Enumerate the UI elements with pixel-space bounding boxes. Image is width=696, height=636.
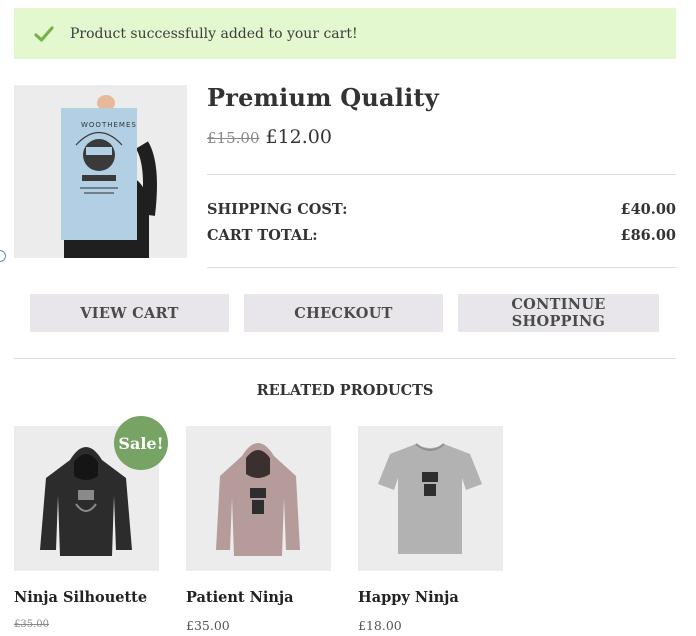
product-image[interactable]: WOOTHEMES bbox=[14, 85, 187, 258]
notice-message: Product successfully added to your cart! bbox=[70, 25, 358, 42]
cart-total-value: £86.00 bbox=[620, 227, 677, 244]
cart-total-label: CART TOTAL: bbox=[207, 227, 318, 244]
product-card-price: £18.00 bbox=[358, 618, 402, 633]
product-card-name[interactable]: Ninja Silhouette bbox=[14, 589, 147, 606]
sale-badge: Sale! bbox=[114, 416, 168, 470]
product-card-price: £35.00 bbox=[186, 618, 230, 633]
product-card-name[interactable]: Patient Ninja bbox=[186, 589, 294, 606]
product-title[interactable]: Premium Quality bbox=[207, 83, 439, 112]
view-cart-button[interactable]: VIEW CART bbox=[30, 294, 229, 332]
divider bbox=[207, 267, 676, 268]
product-price: £15.00 £12.00 bbox=[207, 126, 332, 148]
product-card-image[interactable] bbox=[358, 426, 503, 571]
product-card-name[interactable]: Happy Ninja bbox=[358, 589, 459, 606]
old-price: £15.00 bbox=[207, 129, 260, 147]
product-card-price: £35.00 bbox=[14, 619, 49, 630]
scroll-marker bbox=[0, 250, 6, 262]
hoodie-illustration bbox=[216, 443, 300, 556]
cart-total-row: CART TOTAL: £86.00 bbox=[207, 227, 676, 244]
success-notice: Product successfully added to your cart! bbox=[14, 8, 676, 59]
related-products-title: RELATED PRODUCTS bbox=[256, 382, 434, 399]
poster-illustration bbox=[14, 85, 187, 258]
poster-text: WOOTHEMES bbox=[81, 121, 137, 129]
checkout-button[interactable]: CHECKOUT bbox=[244, 294, 443, 332]
shipping-cost-label: SHIPPING COST: bbox=[207, 201, 348, 218]
check-icon bbox=[34, 25, 54, 42]
divider bbox=[14, 358, 676, 359]
current-price: £12.00 bbox=[265, 126, 332, 148]
divider bbox=[207, 174, 676, 175]
shipping-cost-value: £40.00 bbox=[620, 201, 677, 218]
continue-shopping-button[interactable]: CONTINUE SHOPPING bbox=[458, 294, 659, 332]
tshirt-illustration bbox=[378, 443, 482, 554]
shipping-cost-row: SHIPPING COST: £40.00 bbox=[207, 201, 676, 218]
product-card-image[interactable] bbox=[186, 426, 331, 571]
